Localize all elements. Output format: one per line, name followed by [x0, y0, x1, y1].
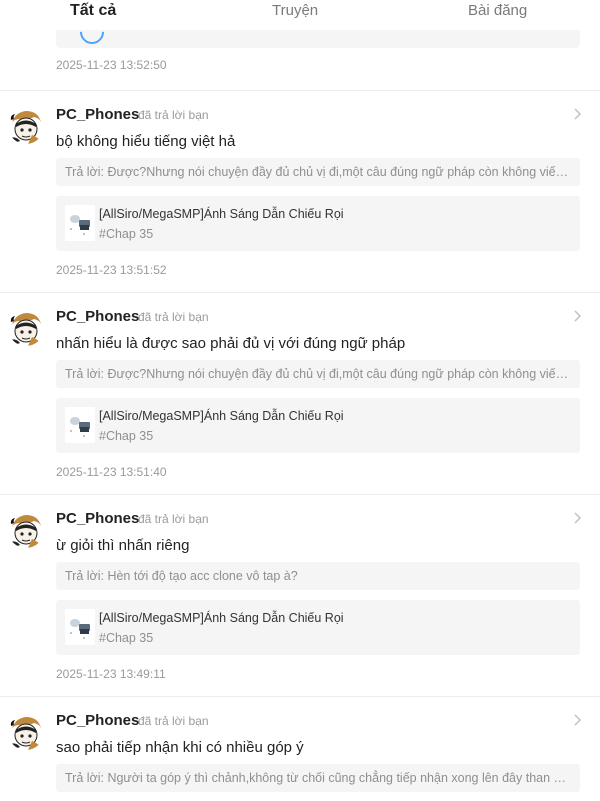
work-title: [AllSiro/MegaSMP]Ánh Sáng Dẫn Chiếu Rọi	[99, 207, 344, 221]
work-title: [AllSiro/MegaSMP]Ánh Sáng Dẫn Chiếu Rọi	[99, 409, 344, 423]
work-card[interactable]: [AllSiro/MegaSMP]Ánh Sáng Dẫn Chiếu Rọi …	[56, 196, 580, 251]
work-chapter: #Chap 35	[99, 227, 154, 241]
work-chapter: #Chap 35	[99, 631, 154, 645]
username[interactable]: PC_Phones	[56, 308, 139, 325]
notification-item[interactable]: PC_Phones đã trả lời bạn bộ không hiểu t…	[0, 90, 600, 293]
reply-quote[interactable]: Trả lời: Được?Nhưng nói chuyện đầy đủ ch…	[56, 360, 580, 388]
comment-text: ừ giỏi thì nhấn riêng	[56, 537, 190, 554]
tab-stories[interactable]: Truyện	[272, 2, 318, 19]
chevron-right-icon[interactable]	[570, 713, 584, 727]
tab-all[interactable]: Tất cả	[70, 2, 116, 20]
chevron-right-icon[interactable]	[570, 107, 584, 121]
reply-quote[interactable]: Trả lời: Hèn tới độ tạo acc clone vô tap…	[56, 562, 580, 590]
notification-item[interactable]: PC_Phones đã trả lời bạn nhấn hiểu là đư…	[0, 292, 600, 495]
action-text: đã trả lời bạn	[138, 512, 209, 526]
work-card[interactable]: [AllSiro/MegaSMP]Ánh Sáng Dẫn Chiếu Rọi …	[56, 600, 580, 655]
notification-item[interactable]: PC_Phones đã trả lời bạn sao phải tiếp n…	[0, 696, 600, 801]
username[interactable]: PC_Phones	[56, 510, 139, 527]
chevron-right-icon[interactable]	[570, 309, 584, 323]
work-title: [AllSiro/MegaSMP]Ánh Sáng Dẫn Chiếu Rọi	[99, 611, 344, 625]
username[interactable]: PC_Phones	[56, 106, 139, 123]
avatar[interactable]	[8, 714, 44, 750]
work-chapter: #Chap 35	[99, 429, 154, 443]
comment-text: sao phải tiếp nhận khi có nhiều góp ý	[56, 739, 304, 756]
comment-text: nhấn hiểu là được sao phải đủ vị với đún…	[56, 335, 406, 352]
action-text: đã trả lời bạn	[138, 310, 209, 324]
tab-posts[interactable]: Bài đăng	[468, 2, 527, 19]
work-card[interactable]: [AllSiro/MegaSMP]Ánh Sáng Dẫn Chiếu Rọi …	[56, 398, 580, 453]
action-text: đã trả lời bạn	[138, 108, 209, 122]
notification-item[interactable]: PC_Phones đã trả lời bạn ừ giỏi thì nhấn…	[0, 494, 600, 697]
avatar[interactable]	[8, 310, 44, 346]
timestamp: 2025-11-23 13:49:11	[56, 667, 166, 681]
avatar[interactable]	[8, 108, 44, 144]
chevron-right-icon[interactable]	[570, 511, 584, 525]
action-text: đã trả lời bạn	[138, 714, 209, 728]
work-thumbnail	[65, 609, 95, 645]
previous-timestamp: 2025-11-23 13:52:50	[56, 58, 167, 72]
comment-text: bộ không hiểu tiếng việt hả	[56, 133, 236, 150]
username[interactable]: PC_Phones	[56, 712, 139, 729]
timestamp: 2025-11-23 13:51:52	[56, 263, 167, 277]
work-thumbnail	[65, 205, 95, 241]
work-thumbnail	[65, 407, 95, 443]
timestamp: 2025-11-23 13:51:40	[56, 465, 167, 479]
reply-quote[interactable]: Trả lời: Được?Nhưng nói chuyện đầy đủ ch…	[56, 158, 580, 186]
avatar[interactable]	[8, 512, 44, 548]
reply-quote[interactable]: Trả lời: Người ta góp ý thì chảnh,không …	[56, 764, 580, 792]
